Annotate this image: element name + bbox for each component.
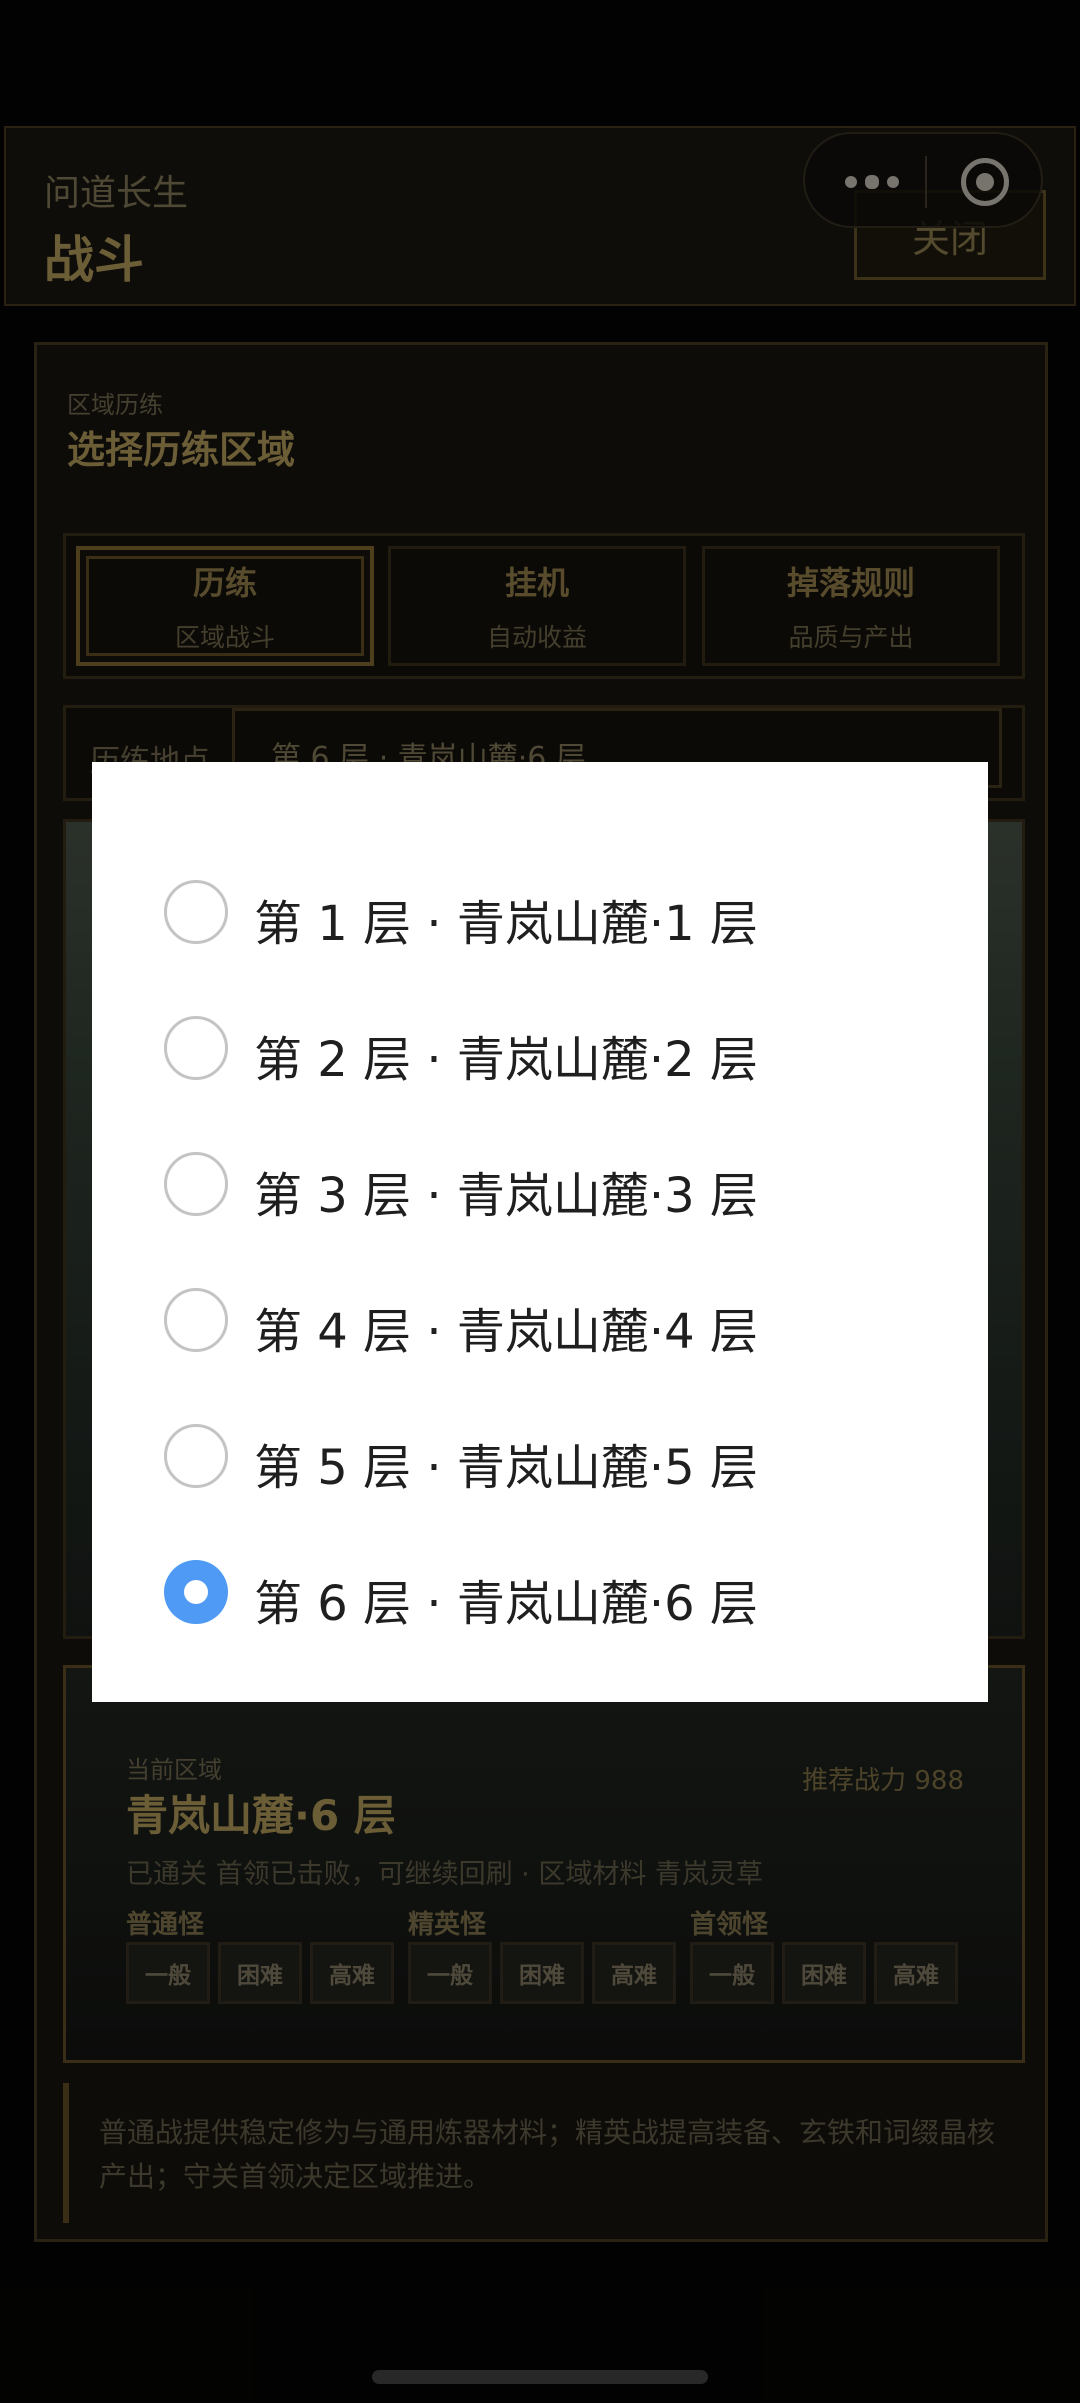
floor-option-label: 第 5 层 · 青岚山麓·5 层 [254, 1440, 758, 1496]
radio-unchecked[interactable] [164, 1424, 228, 1488]
floor-option[interactable]: 第 1 层 · 青岚山麓·1 层 [92, 844, 988, 980]
radio-unchecked[interactable] [164, 1288, 228, 1352]
radio-checked[interactable] [164, 1560, 228, 1624]
floor-option-selected[interactable]: 第 6 层 · 青岚山麓·6 层 [92, 1524, 988, 1660]
screen: 问道长生 战斗 关闭 区域历练 选择历练区域 历练 区域战斗 挂机 自动收益 掉… [0, 0, 1080, 2403]
floor-option[interactable]: 第 4 层 · 青岚山麓·4 层 [92, 1252, 988, 1388]
floor-option-label: 第 4 层 · 青岚山麓·4 层 [254, 1304, 758, 1360]
floor-option[interactable]: 第 5 层 · 青岚山麓·5 层 [92, 1388, 988, 1524]
floor-option-label: 第 1 层 · 青岚山麓·1 层 [254, 896, 758, 952]
floor-option-label: 第 2 层 · 青岚山麓·2 层 [254, 1032, 758, 1088]
floor-option[interactable]: 第 3 层 · 青岚山麓·3 层 [92, 1116, 988, 1252]
radio-unchecked[interactable] [164, 1016, 228, 1080]
floor-option[interactable]: 第 2 层 · 青岚山麓·2 层 [92, 980, 988, 1116]
floor-picker-dialog: 第 1 层 · 青岚山麓·1 层 第 2 层 · 青岚山麓·2 层 第 3 层 … [92, 762, 988, 1702]
floor-option-label: 第 3 层 · 青岚山麓·3 层 [254, 1168, 758, 1224]
radio-unchecked[interactable] [164, 880, 228, 944]
radio-unchecked[interactable] [164, 1152, 228, 1216]
floor-option-label: 第 6 层 · 青岚山麓·6 层 [254, 1576, 758, 1632]
